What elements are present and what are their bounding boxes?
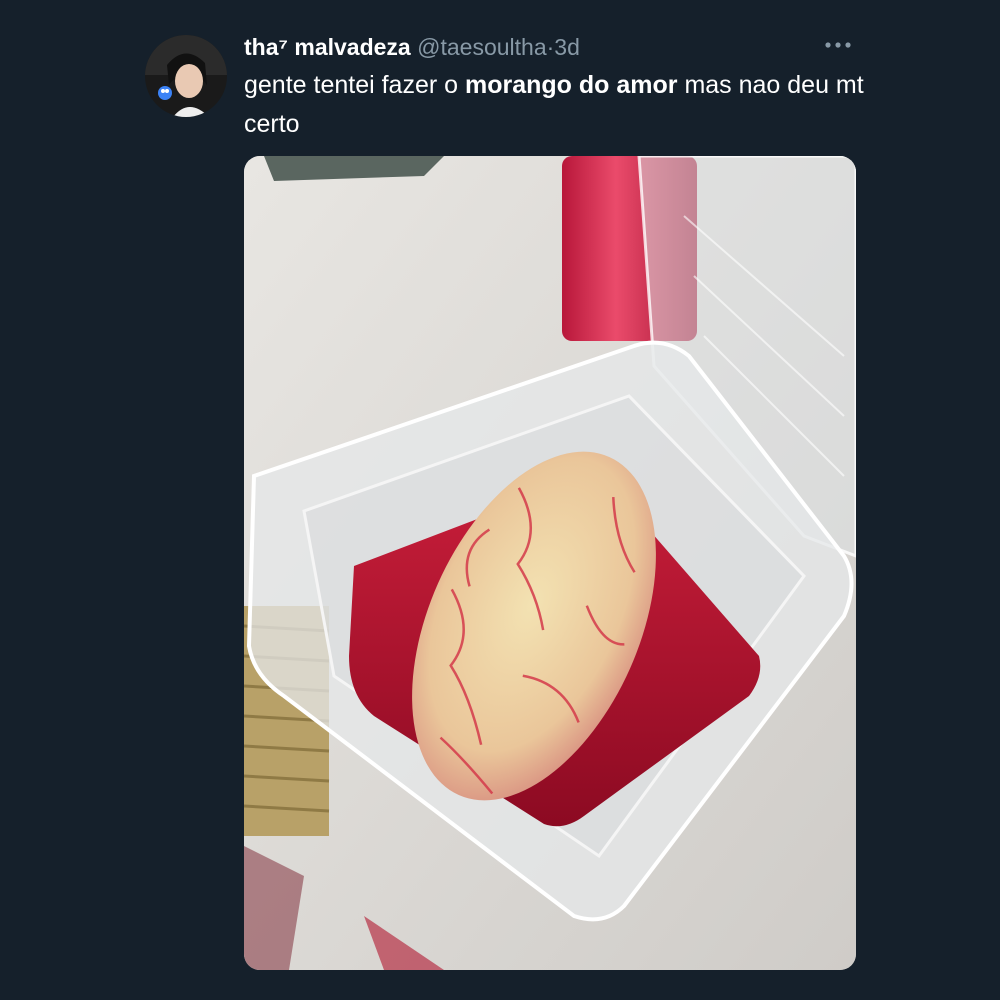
- timestamp[interactable]: 3d: [554, 34, 580, 60]
- tweet-text: gente tentei fazer o morango do amor mas…: [244, 66, 864, 144]
- tweet-header: tha⁷ malvadeza @taesoultha·3d: [244, 30, 580, 64]
- avatar[interactable]: [145, 35, 227, 117]
- tweet-text-part1: gente tentei fazer o: [244, 71, 465, 99]
- more-options-button[interactable]: [818, 30, 858, 60]
- tweet-photo[interactable]: [244, 156, 856, 970]
- tweet: tha⁷ malvadeza @taesoultha·3d gente tent…: [0, 0, 1000, 1000]
- tweet-text-bold[interactable]: morango do amor: [465, 71, 678, 99]
- more-horizontal-icon: [825, 42, 851, 48]
- display-name[interactable]: tha⁷ malvadeza: [244, 34, 411, 60]
- user-handle[interactable]: @taesoultha: [417, 34, 547, 60]
